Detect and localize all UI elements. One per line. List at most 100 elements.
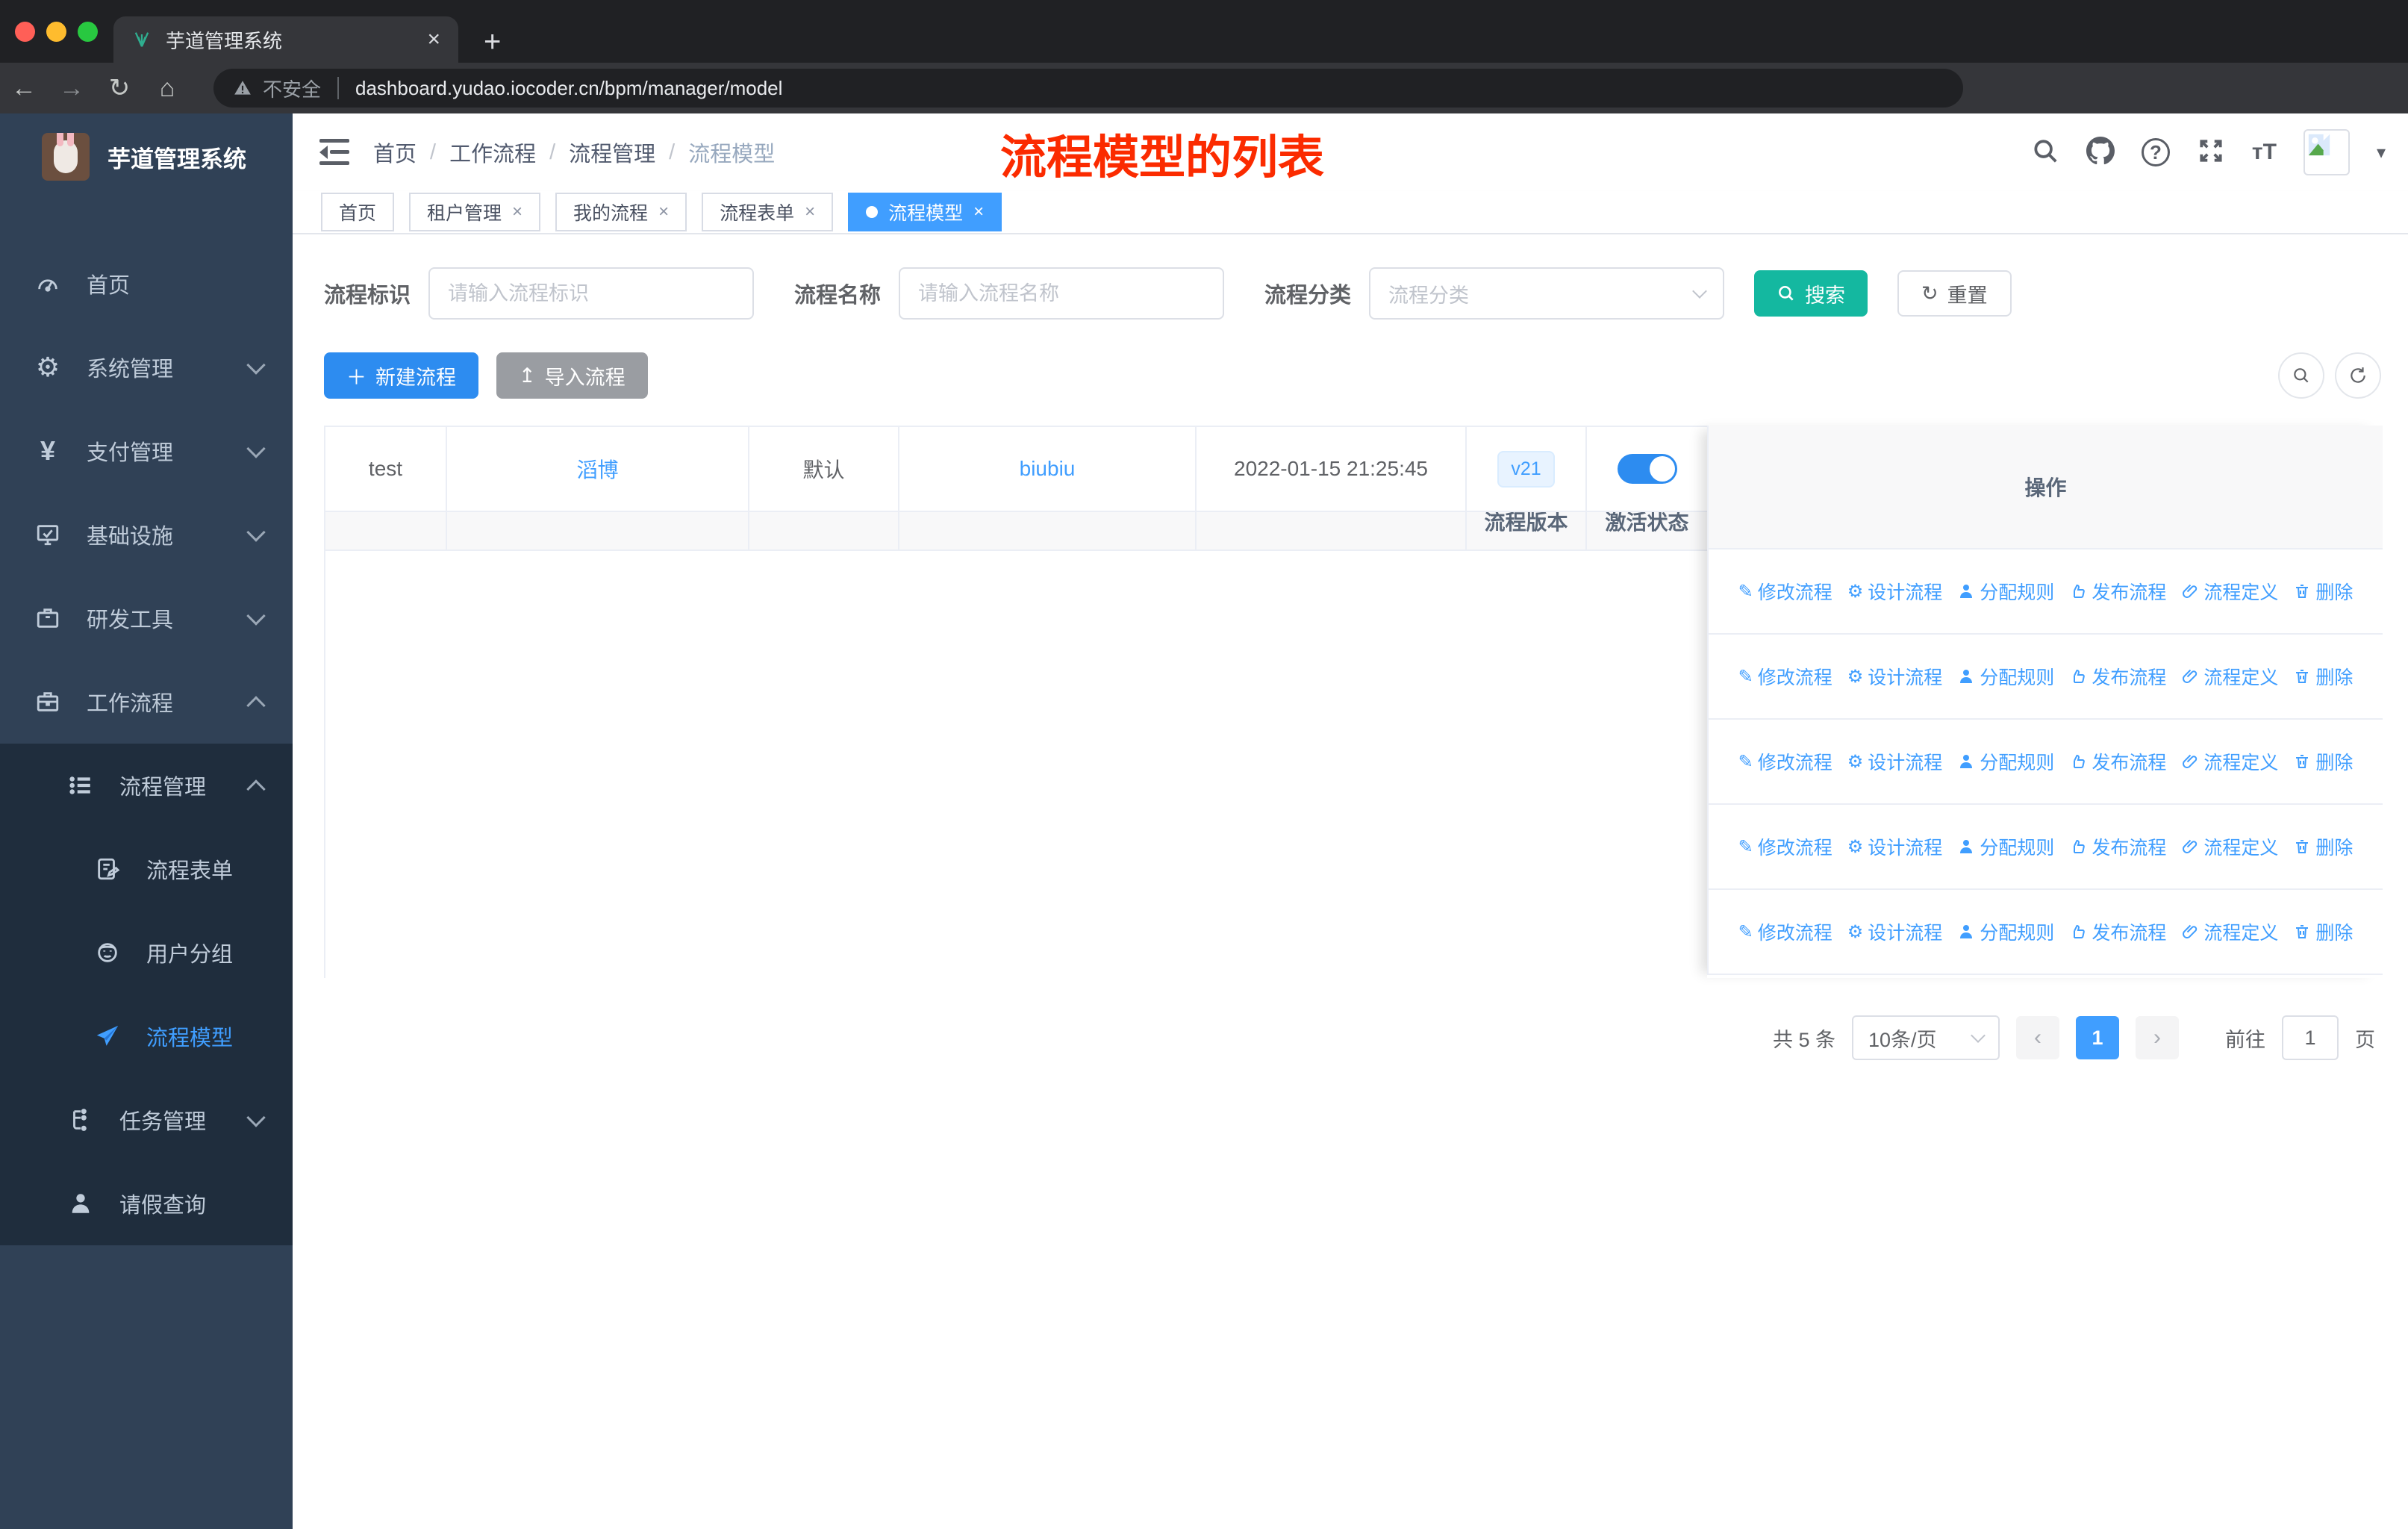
active-toggle[interactable]	[1617, 454, 1677, 484]
search-button[interactable]: 搜索	[1754, 270, 1868, 317]
sidebar-item-user-group[interactable]: 用户分组	[0, 911, 293, 994]
fullscreen-icon[interactable]	[2197, 137, 2225, 169]
zoom-window-button[interactable]	[78, 22, 98, 42]
prev-page-button[interactable]: ‹	[2016, 1016, 2059, 1059]
close-icon[interactable]: ×	[658, 202, 669, 222]
reload-icon[interactable]: ↻	[96, 73, 143, 103]
font-size-icon[interactable]: ᴛT	[2252, 140, 2277, 165]
home-icon[interactable]: ⌂	[143, 74, 191, 103]
delete-link[interactable]: 删除	[2293, 578, 2353, 605]
breadcrumb-workflow[interactable]: 工作流程	[449, 137, 536, 168]
thumb-up-icon	[2074, 584, 2086, 598]
design-process-link[interactable]: ⚙ 设计流程	[1847, 833, 1943, 860]
toggle-search-button[interactable]	[2278, 352, 2324, 399]
assign-rule-link[interactable]: 分配规则	[1957, 578, 2054, 605]
url-field[interactable]: 不安全 dashboard.yudao.iocoder.cn/bpm/manag…	[213, 69, 1963, 108]
help-icon[interactable]: ?	[2141, 138, 2170, 166]
process-definition-link[interactable]: 流程定义	[2181, 663, 2278, 690]
page-size-select[interactable]: 10条/页	[1852, 1015, 2000, 1060]
category-select[interactable]: 流程分类	[1369, 267, 1725, 320]
tag-my-process[interactable]: 我的流程 ×	[555, 193, 687, 231]
tab-close-icon[interactable]: ×	[427, 27, 440, 52]
publish-process-link[interactable]: 发布流程	[2069, 833, 2166, 860]
sidebar-item-infrastructure[interactable]: 基础设施	[0, 493, 293, 576]
devtools-icon	[33, 605, 63, 631]
sidebar-item-home[interactable]: 首页	[0, 242, 293, 326]
assign-rule-link[interactable]: 分配规则	[1957, 748, 2054, 775]
design-process-link[interactable]: ⚙ 设计流程	[1847, 918, 1943, 945]
close-window-button[interactable]	[15, 22, 35, 42]
delete-link[interactable]: 删除	[2293, 748, 2353, 775]
create-process-button[interactable]: ＋ 新建流程	[324, 352, 478, 399]
sidebar-item-workflow[interactable]: 工作流程	[0, 660, 293, 744]
window-controls[interactable]	[15, 22, 98, 42]
process-definition-link[interactable]: 流程定义	[2181, 748, 2278, 775]
back-icon[interactable]: ←	[0, 74, 48, 103]
breadcrumb-home[interactable]: 首页	[373, 137, 417, 168]
edit-process-link[interactable]: ✎ 修改流程	[1738, 833, 1832, 860]
edit-process-link[interactable]: ✎ 修改流程	[1738, 918, 1832, 945]
tag-process-model[interactable]: 流程模型 ×	[848, 193, 1002, 231]
delete-link[interactable]: 删除	[2293, 918, 2353, 945]
sidebar-item-payment[interactable]: ¥ 支付管理	[0, 409, 293, 493]
tag-tenant[interactable]: 租户管理 ×	[409, 193, 541, 231]
breadcrumb-process-mgmt[interactable]: 流程管理	[569, 137, 655, 168]
minimize-window-button[interactable]	[46, 22, 66, 42]
assign-rule-link[interactable]: 分配规则	[1957, 663, 2054, 690]
sidebar-item-system[interactable]: ⚙ 系统管理	[0, 326, 293, 409]
page-unit-label: 页	[2355, 1028, 2375, 1051]
publish-process-link[interactable]: 发布流程	[2069, 748, 2166, 775]
github-icon[interactable]	[2086, 136, 2115, 169]
collapse-sidebar-icon[interactable]	[319, 139, 349, 166]
publish-process-link[interactable]: 发布流程	[2069, 578, 2166, 605]
sidebar-item-devtools[interactable]: 研发工具	[0, 576, 293, 660]
process-definition-link[interactable]: 流程定义	[2181, 918, 2278, 945]
tag-home[interactable]: 首页	[321, 193, 395, 231]
delete-link[interactable]: 删除	[2293, 663, 2353, 690]
reset-button[interactable]: ↻ 重置	[1897, 270, 2012, 317]
import-process-button[interactable]: ↥ 导入流程	[496, 352, 648, 399]
edit-process-link[interactable]: ✎ 修改流程	[1738, 578, 1832, 605]
sidebar-item-process-model[interactable]: 流程模型	[0, 994, 293, 1078]
search-icon[interactable]	[2031, 137, 2059, 169]
sidebar-item-leave-query[interactable]: 请假查询	[0, 1162, 293, 1245]
publish-process-link[interactable]: 发布流程	[2069, 663, 2166, 690]
current-page-button[interactable]: 1	[2076, 1016, 2119, 1059]
process-definition-link[interactable]: 流程定义	[2181, 833, 2278, 860]
person-icon	[1960, 840, 1973, 853]
assign-rule-link[interactable]: 分配规则	[1957, 833, 2054, 860]
design-process-link[interactable]: ⚙ 设计流程	[1847, 748, 1943, 775]
process-key-input[interactable]	[428, 267, 755, 320]
design-process-link[interactable]: ⚙ 设计流程	[1847, 578, 1943, 605]
process-name-input[interactable]	[899, 267, 1225, 320]
version-badge[interactable]: v21	[1497, 450, 1555, 488]
publish-process-link[interactable]: 发布流程	[2069, 918, 2166, 945]
active-dot	[866, 206, 879, 218]
avatar[interactable]	[2303, 129, 2350, 175]
chevron-down-icon[interactable]: ▾	[2377, 142, 2386, 164]
form-info-link[interactable]: biubiu	[1020, 457, 1076, 481]
filter-name-label: 流程名称	[794, 284, 882, 308]
app-logo[interactable]: 芋道管理系统	[0, 113, 293, 200]
edit-process-link[interactable]: ✎ 修改流程	[1738, 663, 1832, 690]
edit-process-link[interactable]: ✎ 修改流程	[1738, 748, 1832, 775]
process-name-link[interactable]: 滔博	[576, 454, 618, 484]
design-process-link[interactable]: ⚙ 设计流程	[1847, 663, 1943, 690]
close-icon[interactable]: ×	[512, 202, 523, 222]
delete-link[interactable]: 删除	[2293, 833, 2353, 860]
sidebar-item-process-form[interactable]: 流程表单	[0, 827, 293, 911]
gear-icon: ⚙	[1847, 581, 1864, 602]
next-page-button[interactable]: ›	[2136, 1016, 2179, 1059]
browser-tab[interactable]: 芋道管理系统 ×	[113, 16, 458, 63]
refresh-table-button[interactable]	[2335, 352, 2381, 399]
sidebar-item-process-mgmt[interactable]: 流程管理	[0, 744, 293, 827]
assign-rule-link[interactable]: 分配规则	[1957, 918, 2054, 945]
tag-process-form[interactable]: 流程表单 ×	[702, 193, 834, 231]
process-definition-link[interactable]: 流程定义	[2181, 578, 2278, 605]
close-icon[interactable]: ×	[973, 202, 984, 222]
forward-icon[interactable]: →	[48, 74, 96, 103]
sidebar-item-task-mgmt[interactable]: 任务管理	[0, 1078, 293, 1162]
goto-page-input[interactable]	[2282, 1015, 2339, 1060]
new-tab-button[interactable]: +	[484, 25, 501, 59]
close-icon[interactable]: ×	[805, 202, 815, 222]
